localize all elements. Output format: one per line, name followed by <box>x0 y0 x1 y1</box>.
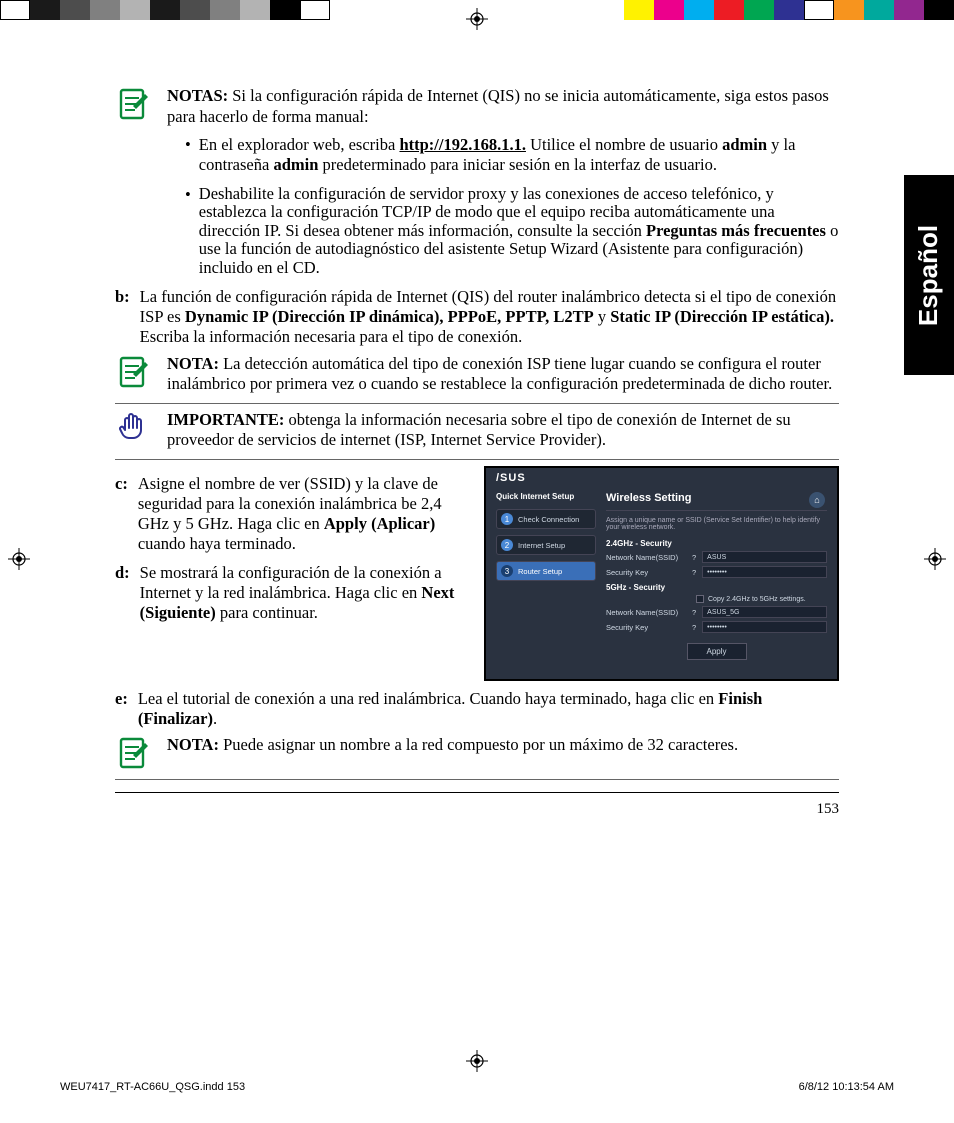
page-number: 153 <box>115 801 839 818</box>
step-label: d: <box>115 563 130 623</box>
nota2-block: NOTA: La detección automática del tipo d… <box>115 354 839 395</box>
bullet-item: • Deshabilite la configuración de servid… <box>185 185 839 277</box>
note-icon <box>115 86 151 122</box>
url-text: http://192.168.1.1. <box>399 135 526 154</box>
registration-mark-icon <box>924 548 946 576</box>
registration-mark-icon <box>466 8 488 36</box>
notas-text: NOTAS: Si la configuración rápida de Int… <box>167 86 839 127</box>
print-footer: WEU7417_RT-AC66U_QSG.indd 153 6/8/12 10:… <box>60 1081 894 1093</box>
key-5-input[interactable]: •••••••• <box>702 621 827 633</box>
importante-label: IMPORTANTE: <box>167 410 284 429</box>
step-text: Lea el tutorial de conexión a una red in… <box>138 689 839 729</box>
sidebar-item-internet-setup[interactable]: 2Internet Setup <box>496 535 596 555</box>
router-sidebar: Quick Internet Setup 1Check Connection 2… <box>496 492 596 660</box>
step-text: Se mostrará la configuración de la conex… <box>140 563 470 623</box>
copy-checkbox[interactable] <box>696 595 704 603</box>
nota3-label: NOTA: <box>167 735 219 754</box>
panel-title: Wireless Setting <box>606 492 827 504</box>
step-label: b: <box>115 287 130 347</box>
router-main-panel: Wireless Setting Assign a unique name or… <box>606 492 827 660</box>
note-icon <box>115 354 151 390</box>
step-num-icon: 2 <box>501 539 513 551</box>
sidebar-title: Quick Internet Setup <box>496 492 596 501</box>
print-color-bar-right <box>594 0 954 20</box>
divider <box>115 403 839 404</box>
steps-c-d: c: Asigne el nombre de ver (SSID) y la c… <box>115 466 470 681</box>
language-tab-label: Español <box>914 224 945 325</box>
notas-body: Si la configuración rápida de Internet (… <box>167 86 829 126</box>
router-logo: /SUS <box>486 468 837 488</box>
nota2-label: NOTA: <box>167 354 219 373</box>
hand-icon <box>115 410 151 446</box>
nota3-block: NOTA: Puede asignar un nombre a la red c… <box>115 735 839 771</box>
step-text: La función de configuración rápida de In… <box>140 287 839 347</box>
key-24-input[interactable]: •••••••• <box>702 566 827 578</box>
step-c: c: Asigne el nombre de ver (SSID) y la c… <box>115 474 470 555</box>
copy-settings-row: Copy 2.4GHz to 5GHz settings. <box>696 595 827 603</box>
notas-block: NOTAS: Si la configuración rápida de Int… <box>115 86 839 127</box>
bullet-item: • En el explorador web, escriba http://1… <box>185 135 839 175</box>
step-d: d: Se mostrará la configuración de la co… <box>115 563 470 623</box>
ssid-5-input[interactable]: ASUS_5G <box>702 606 827 618</box>
field-ssid-24: Network Name(SSID)?ASUS <box>606 551 827 563</box>
ssid-24-input[interactable]: ASUS <box>702 551 827 563</box>
row-c-d: c: Asigne el nombre de ver (SSID) y la c… <box>115 466 839 681</box>
bullet-list: • En el explorador web, escriba http://1… <box>185 135 839 277</box>
bullet-text: En el explorador web, escriba http://192… <box>199 135 839 175</box>
divider <box>115 459 839 460</box>
notas-label: NOTAS: <box>167 86 228 105</box>
home-icon[interactable]: ⌂ <box>809 492 825 508</box>
note-icon <box>115 735 151 771</box>
bullet-dot: • <box>185 185 191 277</box>
bullet-text: Deshabilite la configuración de servidor… <box>199 185 839 277</box>
step-text: Asigne el nombre de ver (SSID) y la clav… <box>138 474 470 555</box>
step-label: e: <box>115 689 128 729</box>
registration-mark-icon <box>466 1050 488 1078</box>
router-screenshot: /SUS ⌂ Quick Internet Setup 1Check Conne… <box>484 466 839 681</box>
field-ssid-5: Network Name(SSID)?ASUS_5G <box>606 606 827 618</box>
field-key-5: Security Key?•••••••• <box>606 621 827 633</box>
section-24ghz: 2.4GHz - Security <box>606 539 827 548</box>
divider <box>115 779 839 780</box>
importante-block: IMPORTANTE: obtenga la información neces… <box>115 410 839 451</box>
nota2-body: La detección automática del tipo de cone… <box>167 354 832 394</box>
registration-mark-icon <box>8 548 30 576</box>
apply-button[interactable]: Apply <box>687 643 747 660</box>
print-color-bar-left <box>0 0 360 20</box>
step-num-icon: 3 <box>501 565 513 577</box>
page-number-rule <box>115 792 839 793</box>
router-ui: /SUS ⌂ Quick Internet Setup 1Check Conne… <box>484 466 839 681</box>
footer-filename: WEU7417_RT-AC66U_QSG.indd 153 <box>60 1081 245 1093</box>
sidebar-item-router-setup[interactable]: 3Router Setup <box>496 561 596 581</box>
section-5ghz: 5GHz - Security <box>606 583 827 592</box>
bullet-dot: • <box>185 135 191 175</box>
step-b: b: La función de configuración rápida de… <box>115 287 839 347</box>
language-tab: Español <box>904 175 954 375</box>
nota3-body: Puede asignar un nombre a la red compues… <box>223 735 738 754</box>
step-label: c: <box>115 474 128 555</box>
nota2-text: NOTA: La detección automática del tipo d… <box>167 354 839 395</box>
nota3-text: NOTA: Puede asignar un nombre a la red c… <box>167 735 839 771</box>
sidebar-item-check-connection[interactable]: 1Check Connection <box>496 509 596 529</box>
panel-desc: Assign a unique name or SSID (Service Se… <box>606 517 827 531</box>
page-content: NOTAS: Si la configuración rápida de Int… <box>115 80 839 1003</box>
step-num-icon: 1 <box>501 513 513 525</box>
importante-text: IMPORTANTE: obtenga la información neces… <box>167 410 839 451</box>
field-key-24: Security Key?•••••••• <box>606 566 827 578</box>
footer-datetime: 6/8/12 10:13:54 AM <box>799 1081 894 1093</box>
step-e: e: Lea el tutorial de conexión a una red… <box>115 689 839 729</box>
